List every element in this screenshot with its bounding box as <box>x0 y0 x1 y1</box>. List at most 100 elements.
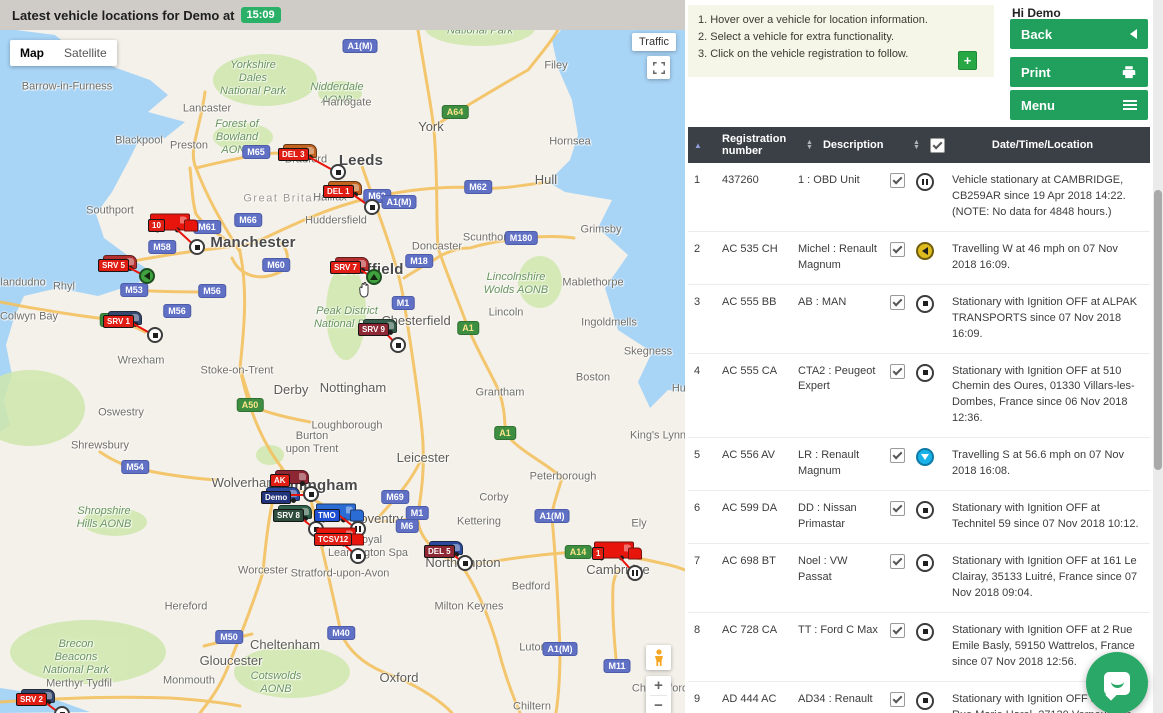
map-type-satellite-button[interactable]: Satellite <box>54 40 117 66</box>
location-text: Stationary with Ignition OFF at 161 Le C… <box>952 554 1150 602</box>
row-checkbox-cell <box>890 623 916 638</box>
vehicle-description: Michel : Renault Magnum <box>798 242 890 274</box>
row-checkbox-cell <box>890 173 916 188</box>
row-status-cell <box>916 173 952 191</box>
chat-widget-button[interactable] <box>1086 652 1148 713</box>
row-number: 9 <box>694 692 722 708</box>
road-badge: M62 <box>464 180 492 194</box>
truck-cab <box>184 220 198 232</box>
row-checkbox[interactable] <box>890 501 905 516</box>
road-badge: A64 <box>442 105 469 119</box>
vehicle-tag-label: 10 <box>148 219 165 232</box>
vehicle-description: CTA2 : Peugeot Expert <box>798 364 890 396</box>
row-checkbox[interactable] <box>890 295 905 310</box>
row-status-cell <box>916 295 952 313</box>
vehicle-description: TT : Ford C Max <box>798 623 890 639</box>
map-header-bar: Latest vehicle locations for Demo at 15:… <box>0 0 685 30</box>
row-status-cell <box>916 242 952 260</box>
registration-link[interactable]: AC 535 CH <box>722 242 798 258</box>
back-button[interactable]: Back <box>1010 19 1148 49</box>
select-all-checkbox[interactable] <box>930 138 945 153</box>
pegman-control[interactable] <box>646 645 671 670</box>
row-number: 8 <box>694 623 722 639</box>
table-row[interactable]: 14372601 : OBD UnitVehicle stationary at… <box>688 163 1150 232</box>
table-row[interactable]: 6AC 599 DADD : Nissan PrimastarStationar… <box>688 491 1150 544</box>
row-checkbox[interactable] <box>890 364 905 379</box>
print-button[interactable]: Print <box>1010 57 1148 87</box>
registration-link[interactable]: AC 556 AV <box>722 448 798 464</box>
menu-button-label: Menu <box>1021 98 1055 113</box>
vehicle-description: DD : Nissan Primastar <box>798 501 890 533</box>
traffic-button[interactable]: Traffic <box>632 33 676 51</box>
registration-link[interactable]: AC 698 BT <box>722 554 798 570</box>
status-stop-icon <box>916 623 934 641</box>
row-status-cell <box>916 554 952 572</box>
status-stop-icon <box>364 199 380 215</box>
table-row[interactable]: 4AC 555 CACTA2 : Peugeot ExpertStationar… <box>688 354 1150 439</box>
road-badge: M1 <box>406 506 429 520</box>
add-button[interactable]: + <box>958 51 977 70</box>
zoom-out-button[interactable]: − <box>646 696 671 713</box>
hamburger-icon <box>1123 100 1137 110</box>
location-text: Stationary with Ignition OFF at ALPAK TR… <box>952 295 1150 343</box>
road-badge: A50 <box>237 398 264 412</box>
hand-cursor-icon <box>356 281 374 299</box>
status-stop-icon <box>916 554 934 572</box>
table-row[interactable]: 8AC 728 CATT : Ford C MaxStationary with… <box>688 613 1150 682</box>
table-row[interactable]: 5AC 556 AVLR : Renault MagnumTravelling … <box>688 438 1150 491</box>
table-scrollbar[interactable] <box>1153 0 1163 713</box>
row-checkbox-cell <box>890 364 916 379</box>
table-row[interactable]: 7AC 698 BTNoel : VW PassatStationary wit… <box>688 544 1150 613</box>
vehicle-tracking-app: Map Satellite Traffic + − KendalScarboro… <box>0 0 1163 713</box>
sort-registration-control[interactable]: ▲▼ <box>806 140 813 151</box>
map-canvas[interactable]: Map Satellite Traffic + − KendalScarboro… <box>0 0 685 713</box>
printer-icon <box>1121 65 1137 80</box>
table-row[interactable]: 3AC 555 BBAB : MANStationary with Igniti… <box>688 285 1150 354</box>
instruction-line: 2. Select a vehicle for extra functional… <box>698 29 984 46</box>
row-checkbox[interactable] <box>890 554 905 569</box>
vehicle-tag-label: TMO <box>314 509 340 522</box>
registration-link[interactable]: AD 444 AC <box>722 692 798 708</box>
status-pause-icon <box>627 565 643 581</box>
row-checkbox[interactable] <box>890 692 905 707</box>
road-badge: A1(M) <box>543 642 578 656</box>
select-all-cell <box>930 138 956 153</box>
road-badge: M53 <box>120 283 148 297</box>
registration-link[interactable]: AC 555 BB <box>722 295 798 311</box>
row-checkbox-cell <box>890 554 916 569</box>
road-badge: M65 <box>242 145 270 159</box>
menu-button[interactable]: Menu <box>1010 90 1148 120</box>
truck-cab <box>350 534 364 546</box>
vehicle-description: LR : Renault Magnum <box>798 448 890 480</box>
registration-link[interactable]: AC 728 CA <box>722 623 798 639</box>
status-go-w-yellow-icon <box>916 242 934 260</box>
column-description: Description <box>813 139 905 151</box>
vehicle-description: Noel : VW Passat <box>798 554 890 586</box>
registration-link[interactable]: 437260 <box>722 173 798 189</box>
road-badge: M69 <box>381 490 409 504</box>
road-badge: M54 <box>121 460 149 474</box>
registration-link[interactable]: AC 555 CA <box>722 364 798 380</box>
row-checkbox-cell <box>890 295 916 310</box>
row-checkbox[interactable] <box>890 448 905 463</box>
sort-index-asc-icon[interactable]: ▲ <box>694 141 722 150</box>
table-row[interactable]: 9AD 444 ACAD34 : RenaultStationary with … <box>688 682 1150 713</box>
row-checkbox[interactable] <box>890 173 905 188</box>
vehicle-table: ▲ Registration number ▲▼ Description ▲▼ … <box>688 127 1150 713</box>
status-stop-icon <box>390 337 406 353</box>
scrollbar-thumb[interactable] <box>1154 190 1162 470</box>
row-checkbox[interactable] <box>890 242 905 257</box>
vehicle-tag-label: DEL 5 <box>424 545 455 558</box>
row-checkbox-cell <box>890 692 916 707</box>
status-stop-icon <box>916 501 934 519</box>
location-text: Travelling S at 56.6 mph on 07 Nov 2018 … <box>952 448 1150 480</box>
sort-description-control[interactable]: ▲▼ <box>913 140 920 151</box>
location-text: Travelling W at 46 mph on 07 Nov 2018 16… <box>952 242 1150 274</box>
zoom-in-button[interactable]: + <box>646 676 671 695</box>
table-row[interactable]: 2AC 535 CHMichel : Renault MagnumTravell… <box>688 232 1150 285</box>
fullscreen-button[interactable] <box>647 56 670 79</box>
row-number: 3 <box>694 295 722 311</box>
registration-link[interactable]: AC 599 DA <box>722 501 798 517</box>
row-checkbox[interactable] <box>890 623 905 638</box>
map-type-map-button[interactable]: Map <box>10 40 54 66</box>
